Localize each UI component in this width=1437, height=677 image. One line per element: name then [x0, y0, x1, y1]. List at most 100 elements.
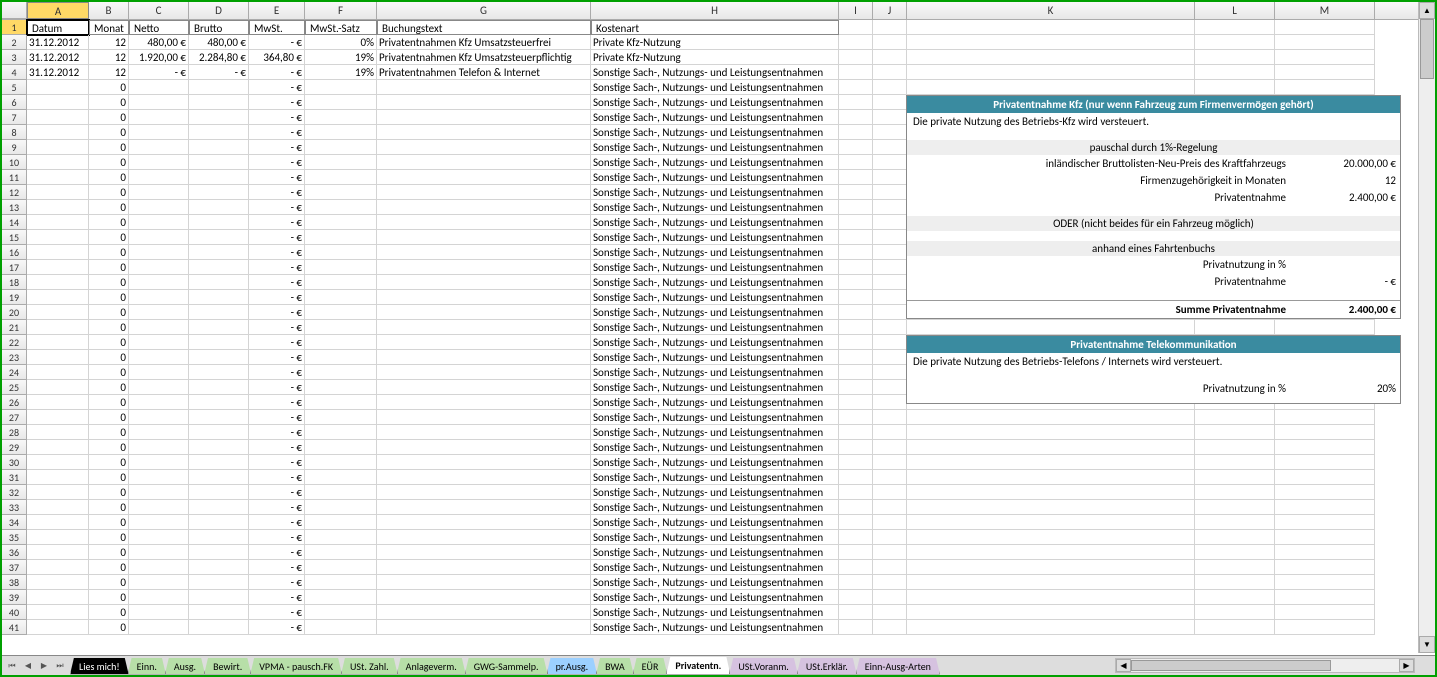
- cell[interactable]: Brutto: [189, 20, 249, 35]
- cell[interactable]: [377, 350, 591, 365]
- cell[interactable]: - €: [249, 185, 305, 200]
- cell[interactable]: Sonstige Sach-, Nutzungs- und Leistungse…: [591, 425, 839, 440]
- cell[interactable]: 0: [89, 170, 129, 185]
- cell[interactable]: - €: [249, 350, 305, 365]
- cell[interactable]: [1275, 500, 1375, 515]
- cell[interactable]: [377, 275, 591, 290]
- cell[interactable]: 0: [89, 590, 129, 605]
- col-header-C[interactable]: C: [129, 2, 189, 19]
- tab-ausg-[interactable]: Ausg.: [165, 658, 205, 675]
- cell[interactable]: [189, 230, 249, 245]
- col-header-G[interactable]: G: [377, 2, 591, 19]
- cell[interactable]: - €: [249, 545, 305, 560]
- cell[interactable]: [27, 440, 89, 455]
- tab-ust-erkl-r-[interactable]: USt.Erklär.: [797, 658, 857, 675]
- cell[interactable]: [27, 425, 89, 440]
- cell[interactable]: [839, 500, 873, 515]
- cell[interactable]: Sonstige Sach-, Nutzungs- und Leistungse…: [591, 245, 839, 260]
- cell[interactable]: [27, 590, 89, 605]
- tab-einn-[interactable]: Einn.: [128, 658, 166, 675]
- col-header-H[interactable]: H: [591, 2, 839, 19]
- cell[interactable]: Sonstige Sach-, Nutzungs- und Leistungse…: [591, 290, 839, 305]
- cell[interactable]: [305, 320, 377, 335]
- cell[interactable]: [1195, 590, 1275, 605]
- row-header[interactable]: 18: [2, 275, 27, 290]
- cell[interactable]: Sonstige Sach-, Nutzungs- und Leistungse…: [591, 320, 839, 335]
- cell[interactable]: Sonstige Sach-, Nutzungs- und Leistungse…: [591, 470, 839, 485]
- cell[interactable]: [129, 365, 189, 380]
- cell[interactable]: [1195, 35, 1275, 50]
- row-header[interactable]: 9: [2, 140, 27, 155]
- cell[interactable]: [839, 575, 873, 590]
- cell[interactable]: [129, 80, 189, 95]
- cell[interactable]: 12: [89, 50, 129, 65]
- cell[interactable]: [27, 275, 89, 290]
- cell[interactable]: [189, 500, 249, 515]
- cell[interactable]: [305, 575, 377, 590]
- tab-gwg-sammelp-[interactable]: GWG-Sammelp.: [465, 658, 548, 675]
- cell[interactable]: [305, 140, 377, 155]
- cell[interactable]: [1275, 545, 1375, 560]
- row-header[interactable]: 8: [2, 125, 27, 140]
- cell[interactable]: [907, 605, 1195, 620]
- row-header[interactable]: 37: [2, 560, 27, 575]
- cell[interactable]: [1195, 455, 1275, 470]
- cell[interactable]: - €: [249, 605, 305, 620]
- cell[interactable]: - €: [249, 575, 305, 590]
- cell[interactable]: 0: [89, 380, 129, 395]
- cell[interactable]: 0: [89, 425, 129, 440]
- cell[interactable]: [839, 305, 873, 320]
- row-header[interactable]: 20: [2, 305, 27, 320]
- cell[interactable]: - €: [249, 380, 305, 395]
- cell[interactable]: [129, 185, 189, 200]
- cell[interactable]: [189, 320, 249, 335]
- tab-next-icon[interactable]: ▶: [36, 658, 52, 674]
- cell[interactable]: - €: [249, 455, 305, 470]
- cell[interactable]: [305, 95, 377, 110]
- cell[interactable]: [189, 515, 249, 530]
- cell[interactable]: [907, 320, 1195, 335]
- cell[interactable]: - €: [249, 470, 305, 485]
- cell[interactable]: [305, 500, 377, 515]
- cell[interactable]: [873, 380, 907, 395]
- row-header[interactable]: 17: [2, 260, 27, 275]
- row-header[interactable]: 41: [2, 620, 27, 635]
- cell[interactable]: 0: [89, 95, 129, 110]
- cell[interactable]: MwSt.-Satz: [305, 20, 377, 35]
- cell[interactable]: [839, 185, 873, 200]
- row-header[interactable]: 16: [2, 245, 27, 260]
- cell[interactable]: [189, 170, 249, 185]
- cell[interactable]: [377, 95, 591, 110]
- cell[interactable]: - €: [249, 170, 305, 185]
- cell[interactable]: Sonstige Sach-, Nutzungs- und Leistungse…: [591, 590, 839, 605]
- cell[interactable]: Privatentnahmen Kfz Umsatzsteuerpflichti…: [377, 50, 591, 65]
- cell[interactable]: [189, 440, 249, 455]
- cell[interactable]: [839, 440, 873, 455]
- cell[interactable]: - €: [249, 230, 305, 245]
- cell[interactable]: [27, 365, 89, 380]
- cell[interactable]: [189, 470, 249, 485]
- cell[interactable]: [873, 185, 907, 200]
- cell[interactable]: 0: [89, 185, 129, 200]
- cell[interactable]: [377, 560, 591, 575]
- cell[interactable]: [189, 215, 249, 230]
- cell[interactable]: [377, 290, 591, 305]
- col-header-L[interactable]: L: [1195, 2, 1275, 19]
- cell[interactable]: Datum: [27, 20, 89, 35]
- cell[interactable]: [27, 200, 89, 215]
- cell[interactable]: - €: [249, 500, 305, 515]
- scroll-track[interactable]: [1419, 19, 1435, 636]
- cell[interactable]: [27, 515, 89, 530]
- cell[interactable]: [189, 590, 249, 605]
- cell[interactable]: [907, 500, 1195, 515]
- cell[interactable]: [377, 440, 591, 455]
- cell[interactable]: [873, 20, 907, 35]
- cell[interactable]: [377, 170, 591, 185]
- cell[interactable]: [907, 485, 1195, 500]
- cell[interactable]: [305, 425, 377, 440]
- cell[interactable]: [377, 500, 591, 515]
- row-header[interactable]: 32: [2, 485, 27, 500]
- cell[interactable]: [907, 590, 1195, 605]
- cell[interactable]: [839, 605, 873, 620]
- row-header[interactable]: 10: [2, 155, 27, 170]
